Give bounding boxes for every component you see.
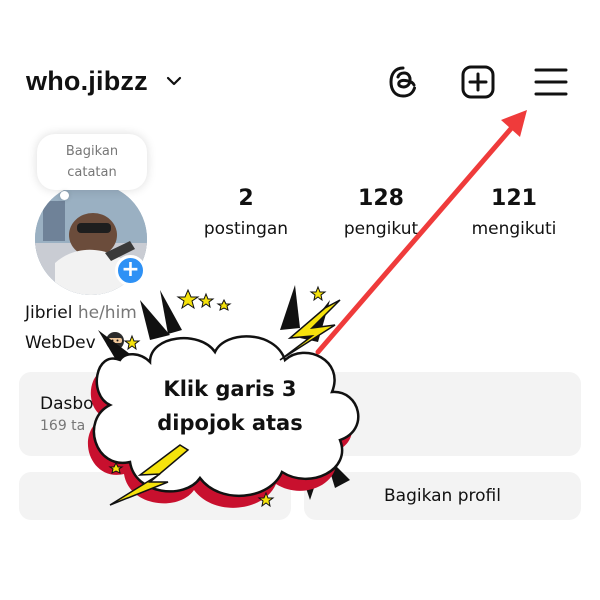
callout-line1: Klik garis 3 — [163, 377, 297, 401]
callout-line2: dipojok atas — [157, 411, 303, 435]
callout-text: Klik garis 3 dipojok atas — [140, 372, 320, 440]
red-arrow-icon — [315, 110, 527, 355]
tutorial-overlay — [87, 110, 527, 508]
